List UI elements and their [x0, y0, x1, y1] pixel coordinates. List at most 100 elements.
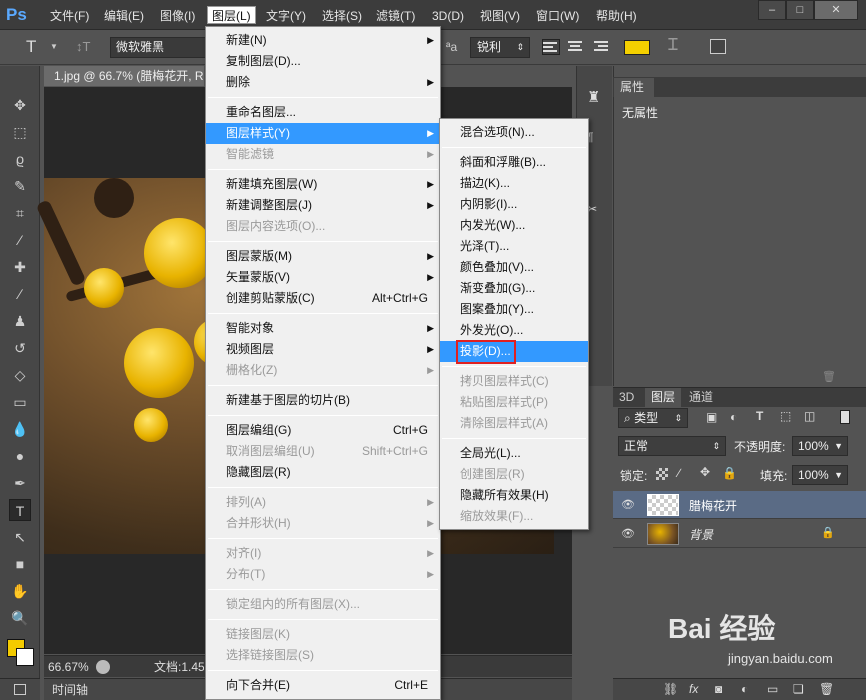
adjustment-layer-icon[interactable]: ◐ [741, 682, 748, 696]
menu-edit[interactable]: 编辑(E) [100, 7, 148, 25]
link-layers-icon[interactable]: ⛓ [663, 682, 678, 696]
menu-item[interactable]: 视频图层 ▶ [206, 339, 440, 360]
menu-item[interactable]: 智能对象 ▶ [206, 318, 440, 339]
menu-item[interactable]: 向下合并(E) Ctrl+E [206, 675, 440, 696]
layer-filter-select[interactable]: ⌕ 类型 ⇕ [618, 408, 688, 428]
menu-item[interactable]: 外发光(O)... [440, 320, 588, 341]
hand-tool-icon[interactable]: ✋ [9, 580, 31, 602]
pen-tool-icon[interactable]: ✒ [9, 472, 31, 494]
menu-item[interactable]: 图层编组(G) Ctrl+G [206, 420, 440, 441]
layer-name[interactable]: 腊梅花开 [689, 497, 737, 514]
menu-item[interactable]: 描边(K)... [440, 173, 588, 194]
chevron-down-icon[interactable]: ▼ [50, 42, 58, 51]
orientation-toggle-icon[interactable]: ↕T [76, 39, 90, 54]
menu-item[interactable]: 锁定组内的所有图层(X)... [206, 594, 440, 615]
menu-help[interactable]: 帮助(H) [592, 7, 641, 25]
menu-item[interactable]: 缩放效果(F)... [440, 506, 588, 527]
tab-layers[interactable]: 图层 [645, 388, 682, 407]
lock-all-icon[interactable]: 🔒 [722, 466, 737, 480]
align-center-icon[interactable] [566, 39, 584, 55]
menu-item[interactable]: 内阴影(I)... [440, 194, 588, 215]
eye-icon[interactable]: 👁 [621, 498, 635, 511]
filter-smart-object-icon[interactable]: ◫ [804, 409, 815, 423]
tab-3d[interactable]: 3D [613, 388, 641, 407]
menu-3d[interactable]: 3D(D) [428, 7, 468, 25]
menu-window[interactable]: 窗口(W) [532, 7, 583, 25]
blend-mode-select[interactable]: 正常 ⇕ [618, 436, 726, 456]
menu-item[interactable]: 取消图层编组(U) Shift+Ctrl+G [206, 441, 440, 462]
menu-item[interactable]: 隐藏图层(R) [206, 462, 440, 483]
shape-tool-icon[interactable]: ■ [9, 553, 31, 575]
menu-item[interactable]: 隐藏所有效果(H) [440, 485, 588, 506]
layer-row[interactable]: 👁 背景 🔒 [613, 520, 866, 548]
menu-item[interactable]: 矢量蒙版(V) ▶ [206, 267, 440, 288]
menu-item[interactable]: 图层样式(Y) ▶ [206, 123, 440, 144]
menu-item[interactable]: 图层内容选项(O)... [206, 216, 440, 237]
zoom-tool-icon[interactable]: 🔍 [9, 607, 31, 629]
menu-item[interactable]: 智能滤镜 ▶ [206, 144, 440, 165]
menu-item[interactable]: 拷贝图层样式(C) [440, 371, 588, 392]
menu-item[interactable]: 对齐(I) ▶ [206, 543, 440, 564]
menu-item[interactable]: 新建(N) ▶ [206, 30, 440, 51]
menu-item[interactable]: 分布(T) ▶ [206, 564, 440, 585]
menu-item[interactable]: 新建基于图层的切片(B) [206, 390, 440, 411]
menu-item[interactable]: 创建图层(R) [440, 464, 588, 485]
tab-channels[interactable]: 通道 [683, 388, 720, 407]
maximize-icon[interactable]: □ [786, 0, 814, 20]
filter-type-icon[interactable]: T [756, 409, 763, 423]
text-color-swatch[interactable] [624, 40, 650, 55]
eye-icon[interactable]: 👁 [621, 527, 635, 540]
lock-transparent-icon[interactable] [656, 468, 668, 480]
menu-item[interactable]: 图层蒙版(M) ▶ [206, 246, 440, 267]
background-color-swatch[interactable] [16, 648, 34, 666]
menu-item[interactable]: 选择链接图层(S) [206, 645, 440, 666]
character-panel-icon[interactable]: ♜ [587, 88, 600, 106]
anti-alias-select[interactable]: 锐利 ⇕ [470, 37, 530, 58]
menu-item[interactable]: 重命名图层... [206, 102, 440, 123]
menu-item[interactable]: 清除图层样式(A) [440, 413, 588, 434]
share-icon[interactable] [96, 660, 110, 674]
filter-shape-icon[interactable]: ⬚ [780, 409, 791, 423]
layer-name[interactable]: 背景 [689, 526, 713, 543]
menu-type[interactable]: 文字(Y) [262, 7, 310, 25]
fill-field[interactable]: 100% ▼ [792, 465, 848, 485]
history-brush-icon[interactable]: ↺ [9, 337, 31, 359]
minimize-icon[interactable]: – [758, 0, 786, 20]
stamp-tool-icon[interactable]: ♟ [9, 310, 31, 332]
menu-item[interactable]: 粘贴图层样式(P) [440, 392, 588, 413]
menu-item[interactable]: 图案叠加(Y)... [440, 299, 588, 320]
properties-tab[interactable]: 属性 [614, 78, 654, 97]
menu-item[interactable]: 渐变叠加(G)... [440, 278, 588, 299]
healing-brush-icon[interactable]: ✚ [9, 256, 31, 278]
menu-item[interactable]: 斜面和浮雕(B)... [440, 152, 588, 173]
opacity-field[interactable]: 100% ▼ [792, 436, 848, 456]
close-icon[interactable]: ✕ [814, 0, 858, 20]
type-tool-icon[interactable]: T [9, 499, 31, 521]
menu-item[interactable]: 新建调整图层(J) ▶ [206, 195, 440, 216]
menu-item[interactable]: 内发光(W)... [440, 215, 588, 236]
menu-view[interactable]: 视图(V) [476, 7, 524, 25]
lock-pixels-icon[interactable]: ∕ [678, 466, 680, 480]
menu-item[interactable]: 栅格化(Z) ▶ [206, 360, 440, 381]
timeline-toggle[interactable] [0, 678, 40, 700]
menu-file[interactable]: 文件(F) [46, 7, 93, 25]
menu-item[interactable]: 合并形状(H) ▶ [206, 513, 440, 534]
layer-row[interactable]: 👁 腊梅花开 [613, 491, 866, 519]
menu-image[interactable]: 图像(I) [156, 7, 199, 25]
eraser-tool-icon[interactable]: ◇ [9, 364, 31, 386]
type-tool-icon[interactable]: T [26, 37, 36, 57]
crop-tool-icon[interactable]: ⌗ [9, 202, 31, 224]
menu-item[interactable]: 混合选项(N)... [440, 122, 588, 143]
warp-text-icon[interactable]: Ꮖ [668, 37, 679, 55]
lasso-tool-icon[interactable]: ϱ [9, 148, 31, 170]
menu-filter[interactable]: 滤镜(T) [372, 7, 419, 25]
timeline-label[interactable]: 时间轴 [52, 679, 88, 700]
menu-item[interactable]: 复制图层(D)... [206, 51, 440, 72]
new-layer-icon[interactable]: ❏ [793, 682, 804, 696]
path-select-icon[interactable]: ↖ [9, 526, 31, 548]
font-family-field[interactable]: 微软雅黑 [110, 37, 206, 58]
quick-select-tool-icon[interactable]: ✎ [9, 175, 31, 197]
panels-toggle-icon[interactable] [710, 39, 726, 54]
menu-item[interactable]: 颜色叠加(V)... [440, 257, 588, 278]
zoom-level[interactable]: 66.67% [48, 656, 89, 678]
